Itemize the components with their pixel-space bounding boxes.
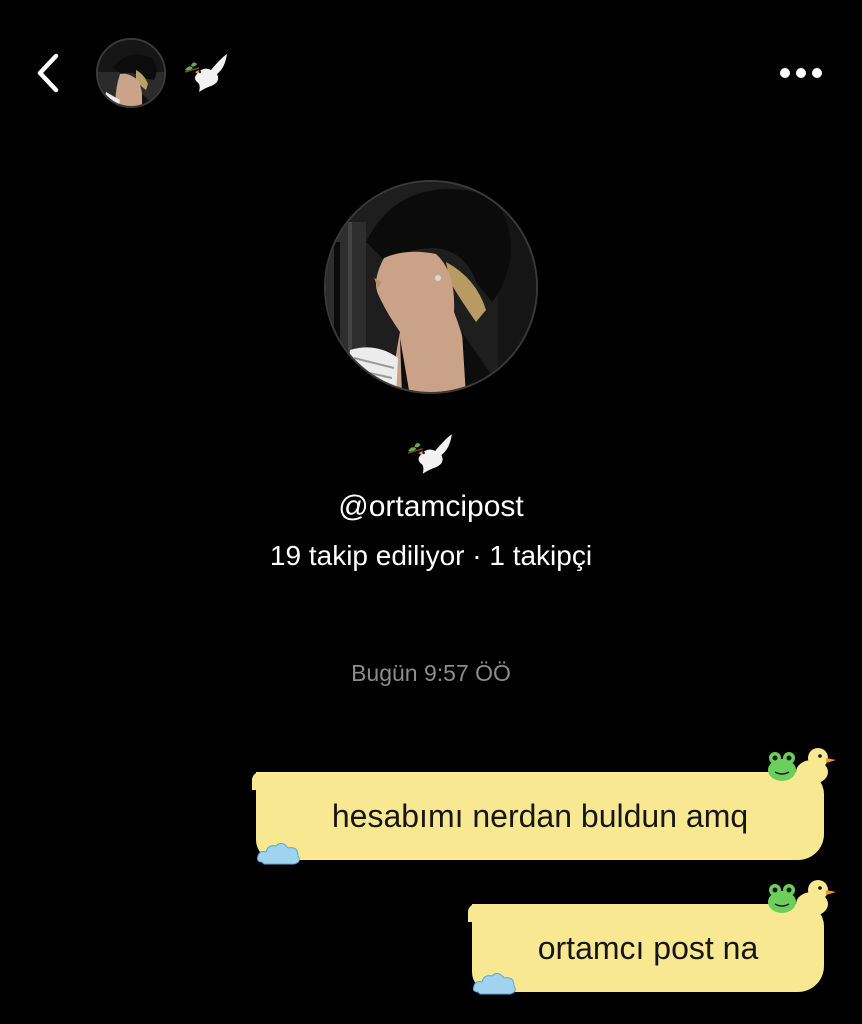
more-horizontal-icon (780, 68, 822, 78)
back-button[interactable] (30, 50, 70, 96)
cloud-icon (473, 972, 516, 995)
dove-icon (184, 54, 227, 92)
message-text: ortamcı post na (537, 929, 759, 966)
frog-duck-sticker-icon (768, 880, 836, 916)
more-options-button[interactable] (777, 60, 825, 86)
chevron-left-icon (37, 53, 59, 93)
message-text: hesabımı nerdan buldun amq (331, 797, 749, 834)
avatar-photo (98, 40, 164, 106)
profile-dove-emoji (402, 428, 458, 480)
chat-screen: @ortamcipost 19 takip ediliyor · 1 takip… (0, 0, 862, 1024)
cloud-icon (257, 842, 300, 865)
profile-photo (326, 182, 536, 392)
profile-username[interactable]: @ortamcipost (0, 490, 862, 524)
header-avatar[interactable] (96, 38, 166, 108)
header-dove-emoji (181, 48, 231, 98)
frog-duck-sticker-icon (768, 748, 836, 784)
message-timestamp: Bugün 9:57 ÖÖ (351, 660, 511, 686)
profile-follow-stats: 19 takip ediliyor · 1 takipçi (269, 540, 593, 571)
dove-icon (407, 434, 452, 474)
message-bubble[interactable]: hesabımı nerdan buldun amq (256, 772, 824, 860)
profile-avatar[interactable] (324, 180, 538, 394)
